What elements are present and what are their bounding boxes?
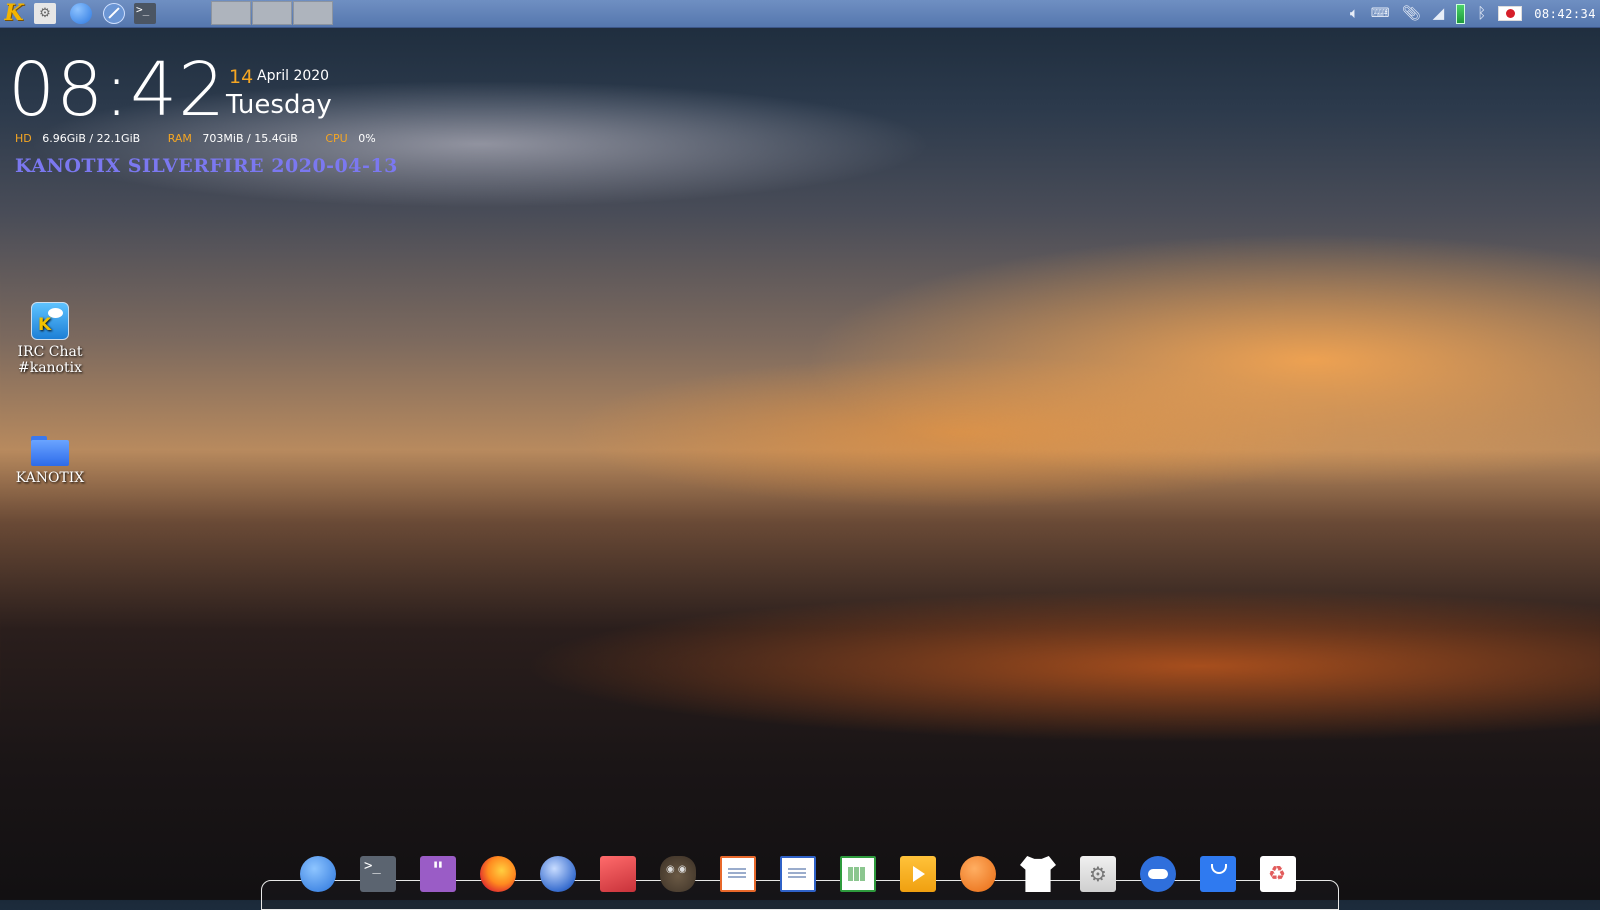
thunderbird-icon — [540, 856, 576, 892]
dock-trash[interactable] — [1260, 856, 1296, 892]
top-panel: K ⚙ >_ 🔈︎ ⌨ 📎︎ ◢ ᛒ 08:42:34 — [0, 0, 1600, 28]
dock-files[interactable] — [300, 856, 336, 892]
conky-month-year: April 2020 — [257, 68, 330, 84]
workspace-3[interactable] — [293, 1, 333, 25]
clipboard-icon[interactable]: 📎︎ — [1402, 0, 1421, 27]
ram-value: 703MiB / 15.4GiB — [202, 132, 298, 145]
dock-toggle[interactable] — [1140, 856, 1176, 892]
dock-terminal[interactable]: >_ — [360, 856, 396, 892]
cpu-label: CPU — [325, 132, 348, 145]
theme-icon — [1020, 856, 1056, 892]
panel-clock[interactable]: 08:42:34 — [1534, 7, 1596, 21]
dock-store[interactable] — [1200, 856, 1236, 892]
terminal-icon: >_ — [360, 856, 396, 892]
image-viewer-icon — [600, 856, 636, 892]
bluetooth-icon[interactable]: ᛒ — [1477, 0, 1486, 27]
browser-launcher-icon[interactable] — [103, 3, 125, 24]
calc-icon — [840, 856, 876, 892]
japan-flag-icon[interactable] — [1498, 6, 1523, 21]
conky-stats: HD 6.96GiB / 22.1GiB RAM 703MiB / 15.4Gi… — [15, 132, 376, 145]
dock-vivaldi[interactable] — [960, 856, 996, 892]
vivaldi-icon — [960, 856, 996, 892]
irc-chat-icon — [31, 302, 69, 340]
battery-icon[interactable] — [1456, 3, 1466, 24]
store-icon — [1200, 856, 1236, 892]
dock-thunderbird[interactable] — [540, 856, 576, 892]
dock-media-player[interactable] — [900, 856, 936, 892]
hd-label: HD — [15, 132, 32, 145]
keyboard-icon[interactable]: ⌨ — [1371, 0, 1390, 27]
gimp-icon — [660, 856, 696, 892]
workspace-2[interactable] — [252, 1, 292, 25]
notes-icon: " — [420, 856, 456, 892]
dock-firefox[interactable] — [480, 856, 516, 892]
dock-theme[interactable] — [1020, 856, 1056, 892]
dock-impress[interactable] — [720, 856, 756, 892]
settings-launcher-icon[interactable]: ⚙ — [34, 3, 56, 24]
kanotix-menu-button[interactable]: K — [3, 2, 25, 24]
volume-icon[interactable]: 🔈︎ — [1350, 0, 1359, 27]
conky-time: 08:42 — [8, 47, 227, 133]
cpu-value: 0% — [358, 132, 376, 145]
desktop-icon-label: IRC Chat #kanotix — [17, 344, 83, 376]
system-tray: 🔈︎ ⌨ 📎︎ ◢ ᛒ 08:42:34 — [1350, 0, 1596, 27]
workspace-1[interactable] — [211, 1, 251, 25]
desktop-icon-label: KANOTIX — [15, 470, 85, 486]
settings-icon: ⚙ — [1080, 856, 1116, 892]
dock-gimp[interactable] — [660, 856, 696, 892]
distro-banner: KANOTIX SILVERFIRE 2020-04-13 — [15, 155, 398, 177]
dock-writer[interactable] — [780, 856, 816, 892]
dock-notes[interactable]: " — [420, 856, 456, 892]
files-icon — [300, 856, 336, 892]
ram-label: RAM — [167, 132, 192, 145]
media-player-icon — [900, 856, 936, 892]
dock-image-viewer[interactable] — [600, 856, 636, 892]
dock-settings[interactable]: ⚙ — [1080, 856, 1116, 892]
dock-calc[interactable] — [840, 856, 876, 892]
desktop-icon-kanotix-folder[interactable]: KANOTIX — [10, 436, 90, 486]
terminal-launcher-icon[interactable]: >_ — [134, 3, 156, 24]
toggle-icon — [1140, 856, 1176, 892]
desktop-icon-irc-chat[interactable]: IRC Chat #kanotix — [10, 302, 90, 376]
trash-icon — [1260, 856, 1296, 892]
firefox-icon — [480, 856, 516, 892]
folder-icon — [31, 436, 69, 466]
conky-day: 14 — [229, 66, 254, 88]
hd-value: 6.96GiB / 22.1GiB — [42, 132, 141, 145]
conky-weekday: Tuesday — [226, 90, 332, 120]
wifi-icon[interactable]: ◢ — [1433, 0, 1445, 27]
impress-icon — [720, 856, 756, 892]
writer-icon — [780, 856, 816, 892]
files-launcher-icon[interactable] — [70, 3, 92, 24]
